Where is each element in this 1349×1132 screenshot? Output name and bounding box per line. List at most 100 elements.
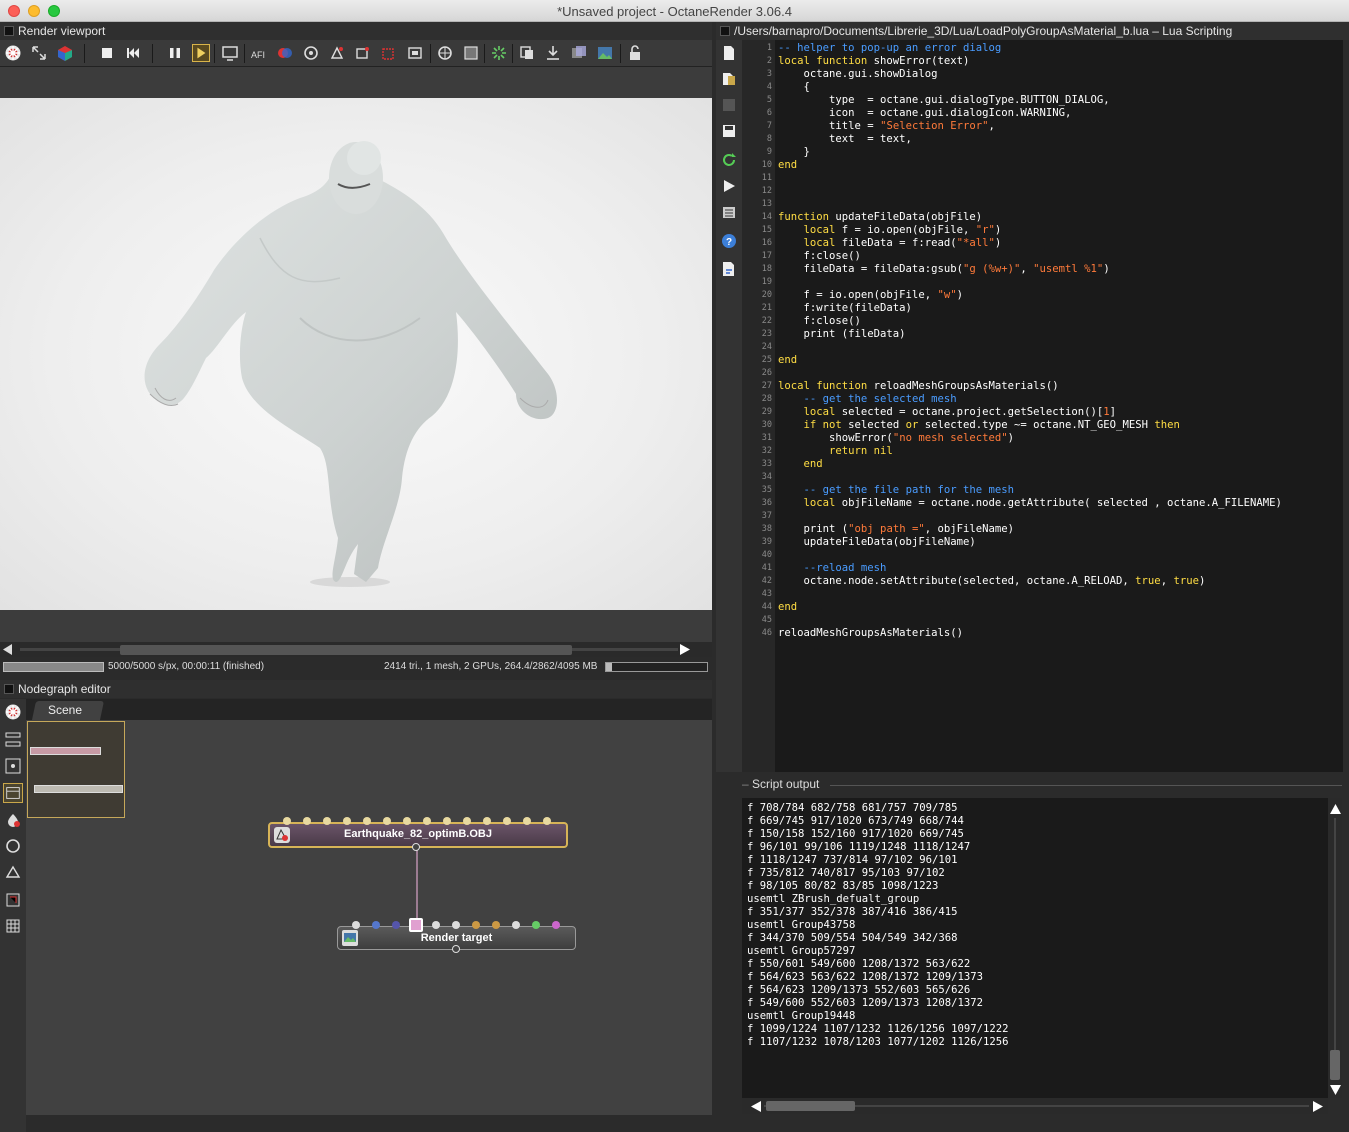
render-target-input-pin[interactable] xyxy=(532,921,540,929)
scroll-right-icon[interactable] xyxy=(1313,1101,1323,1112)
code-editor[interactable]: -- helper to pop-up an error dialog local… xyxy=(775,40,1343,772)
mesh-input-pin[interactable] xyxy=(283,817,291,825)
panel-toggle-icon[interactable] xyxy=(4,684,14,694)
render-target-input-pin[interactable] xyxy=(432,921,440,929)
run-script-icon[interactable] xyxy=(721,178,737,194)
panel-toggle-icon[interactable] xyxy=(4,26,14,36)
refresh-node-icon[interactable] xyxy=(4,837,22,855)
nodegraph-canvas[interactable]: Earthquake_82_optimB.OBJ Render target xyxy=(26,720,712,1115)
line-number: 4 xyxy=(766,82,772,92)
render-target-output-pin[interactable] xyxy=(452,945,460,953)
mesh-input-pin[interactable] xyxy=(383,817,391,825)
clay-mode-icon[interactable] xyxy=(462,44,480,62)
mesh-input-pin[interactable] xyxy=(403,817,411,825)
viewport-lock-icon[interactable] xyxy=(436,44,454,62)
film-region-icon[interactable] xyxy=(406,44,424,62)
stop-render-icon[interactable] xyxy=(98,44,116,62)
code-line: showError("no mesh selected") xyxy=(778,432,1015,444)
mesh-input-pin[interactable] xyxy=(523,817,531,825)
material-database-icon[interactable] xyxy=(4,811,22,829)
output-scroll-thumb[interactable] xyxy=(1330,1050,1340,1080)
octane-logo-icon[interactable] xyxy=(4,703,22,721)
window-title-bar: *Unsaved project - OctaneRender 3.06.4 xyxy=(0,0,1349,22)
fit-nodes-icon[interactable] xyxy=(4,757,22,775)
render-target-input-pin[interactable] xyxy=(352,921,360,929)
code-line: local f = io.open(objFile, "r") xyxy=(803,224,1002,236)
viewport-scroll-thumb[interactable] xyxy=(120,645,572,655)
line-number: 22 xyxy=(761,316,772,326)
mesh-input-pin[interactable] xyxy=(483,817,491,825)
save-script-disabled-icon[interactable] xyxy=(721,97,737,113)
output-hscroll-thumb[interactable] xyxy=(766,1101,855,1111)
white-balance-icon[interactable] xyxy=(276,44,294,62)
output-vertical-scrollbar[interactable] xyxy=(1328,798,1342,1098)
start-render-icon[interactable] xyxy=(192,44,210,62)
scroll-down-icon[interactable] xyxy=(1330,1085,1341,1095)
save-render-icon[interactable] xyxy=(544,44,562,62)
geometry-icon[interactable] xyxy=(4,863,22,881)
mesh-input-pin[interactable] xyxy=(343,817,351,825)
mesh-input-pin[interactable] xyxy=(443,817,451,825)
autofocus-icon[interactable]: AFI xyxy=(250,44,268,62)
mesh-input-pin[interactable] xyxy=(303,817,311,825)
render-target-input-pin[interactable] xyxy=(492,921,500,929)
clear-output-icon[interactable] xyxy=(721,204,737,220)
script-output-label: – Script output xyxy=(742,777,1342,791)
scene-outliner-icon[interactable] xyxy=(3,783,23,803)
script-output-text[interactable]: f 708/784 682/758 681/757 709/785 f 669/7… xyxy=(742,798,1328,1098)
render-target-input-pin[interactable] xyxy=(472,921,480,929)
render-target-input-pin[interactable] xyxy=(512,921,520,929)
grid-icon[interactable] xyxy=(4,917,22,935)
restart-render-icon[interactable] xyxy=(124,44,142,62)
camera-target-picker-icon[interactable] xyxy=(354,44,372,62)
scroll-left-icon[interactable] xyxy=(3,644,13,655)
render-layer-icon[interactable] xyxy=(4,891,22,909)
unlock-icon[interactable] xyxy=(626,44,644,62)
output-horizontal-scrollbar[interactable] xyxy=(742,1098,1328,1114)
open-script-icon[interactable] xyxy=(721,71,737,87)
subsampling-icon[interactable] xyxy=(490,44,508,62)
display-settings-icon[interactable] xyxy=(221,44,239,62)
background-image-icon[interactable] xyxy=(596,44,614,62)
scroll-up-icon[interactable] xyxy=(1330,804,1341,814)
output-line: usemtl ZBrush_defualt_group xyxy=(747,893,920,905)
panel-toggle-icon[interactable] xyxy=(720,26,730,36)
mesh-input-pin[interactable] xyxy=(503,817,511,825)
render-target-input-pin[interactable] xyxy=(392,921,400,929)
object-picker-icon[interactable] xyxy=(328,44,346,62)
new-script-icon[interactable] xyxy=(721,45,737,61)
save-as-icon[interactable] xyxy=(721,123,737,139)
mesh-input-pin[interactable] xyxy=(363,817,371,825)
nodegraph-minimap[interactable] xyxy=(27,721,125,818)
render-target-input-pin[interactable] xyxy=(372,921,380,929)
line-number: 29 xyxy=(761,407,772,417)
copy-to-clipboard-icon[interactable] xyxy=(518,44,536,62)
export-passes-icon[interactable] xyxy=(570,44,588,62)
mesh-output-pin[interactable] xyxy=(412,843,420,851)
mesh-input-pin[interactable] xyxy=(543,817,551,825)
material-picker-icon[interactable] xyxy=(302,44,320,62)
render-target-input-pin[interactable] xyxy=(452,921,460,929)
reload-script-icon[interactable] xyxy=(721,152,737,168)
help-icon[interactable]: ? xyxy=(721,233,737,249)
line-number: 46 xyxy=(761,628,772,638)
fit-view-icon[interactable] xyxy=(30,44,48,62)
output-line: f 708/784 682/758 681/757 709/785 xyxy=(747,802,958,814)
mesh-input-pin[interactable] xyxy=(323,817,331,825)
render-viewport[interactable] xyxy=(0,67,712,642)
octane-logo-icon[interactable] xyxy=(4,44,22,62)
arrange-nodes-icon[interactable] xyxy=(4,731,22,749)
api-browser-icon[interactable] xyxy=(721,261,737,277)
mesh-input-pin[interactable] xyxy=(423,817,431,825)
cube-icon[interactable] xyxy=(56,44,74,62)
viewport-horizontal-scrollbar[interactable] xyxy=(0,642,712,657)
line-number: 21 xyxy=(761,303,772,313)
render-target-input-pin[interactable] xyxy=(552,921,560,929)
render-region-picker-icon[interactable] xyxy=(380,44,398,62)
lua-toolbar: ? xyxy=(716,40,742,772)
render-target-input-pin[interactable] xyxy=(409,918,423,932)
pause-render-icon[interactable] xyxy=(166,44,184,62)
scroll-left-icon[interactable] xyxy=(751,1101,761,1112)
mesh-input-pin[interactable] xyxy=(463,817,471,825)
scroll-right-icon[interactable] xyxy=(680,644,690,655)
